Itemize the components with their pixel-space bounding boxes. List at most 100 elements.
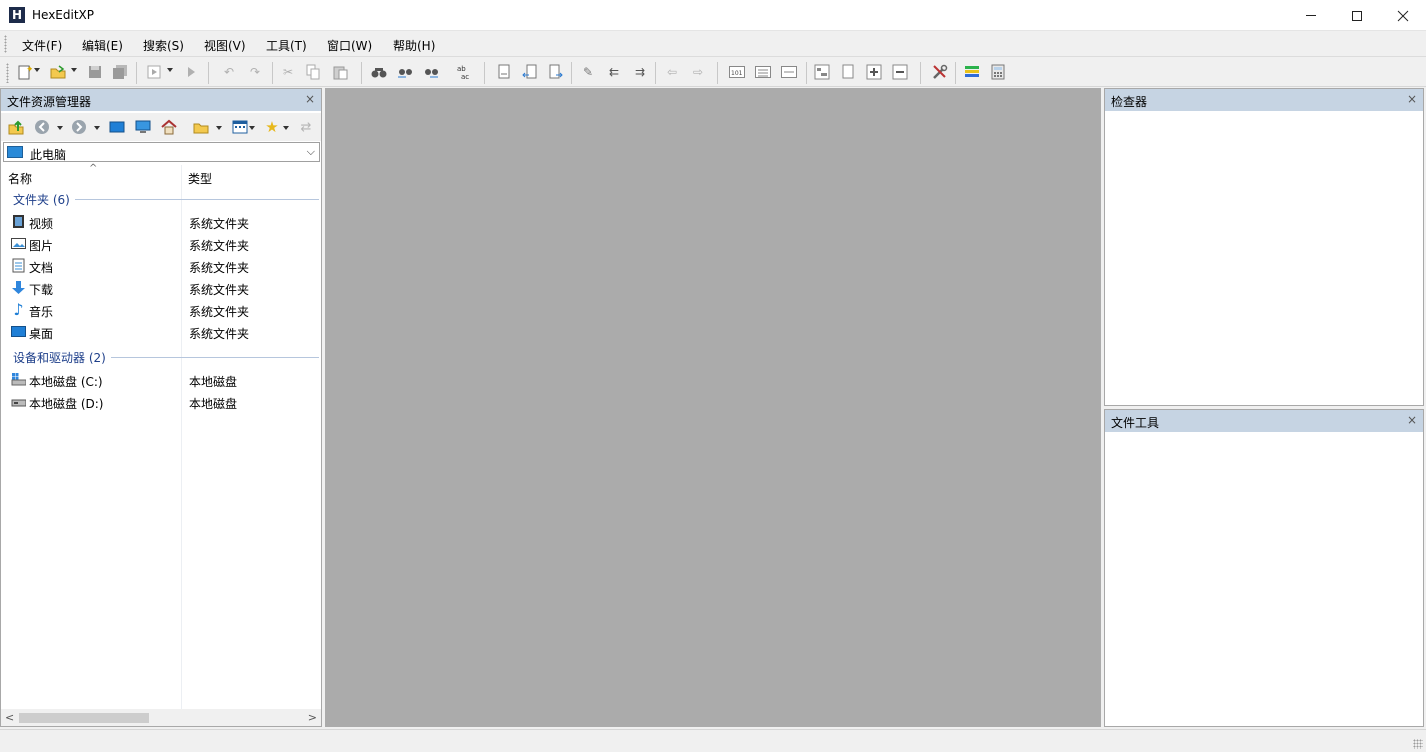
shift-right-icon[interactable]: ⇉ [631,63,649,81]
view-mode-icon[interactable] [231,118,249,136]
menu-tools[interactable]: 工具(T) [266,37,307,54]
zoom-out-icon[interactable] [891,63,909,81]
menu-window[interactable]: 窗口(W) [327,37,372,54]
window-title: HexEditXP [32,8,94,22]
strip-view-icon[interactable] [780,63,798,81]
back-dropdown[interactable] [57,126,63,130]
minimize-button[interactable] [1288,0,1334,31]
shift-left-icon[interactable]: ⇇ [605,63,623,81]
close-window-button[interactable] [1380,0,1426,31]
this-pc-icon[interactable] [134,118,152,136]
undo-icon[interactable]: ↶ [220,63,238,81]
insert-before-icon[interactable] [521,63,539,81]
open-file-dropdown[interactable] [71,68,77,72]
scroll-left-icon[interactable]: < [5,711,14,724]
binary-view-icon[interactable]: 101 [728,63,746,81]
maximize-icon [1352,10,1362,21]
save-icon[interactable] [86,63,104,81]
menu-file[interactable]: 文件(F) [22,37,62,54]
menu-search[interactable]: 搜索(S) [143,37,184,54]
paste-icon[interactable] [331,63,349,81]
status-bar [0,729,1426,752]
up-folder-icon[interactable] [7,118,25,136]
menubar-grip[interactable] [4,35,7,53]
close-icon[interactable]: × [1407,92,1417,106]
macro-dropdown[interactable] [167,68,173,72]
svg-text:ab: ab [457,65,466,73]
scroll-right-icon[interactable]: > [308,711,317,724]
insert-block-icon[interactable] [495,63,513,81]
column-header-type[interactable]: 类型 [188,170,212,187]
file-explorer-panel: 文件资源管理器 × ★ ⇄ 此电脑 ⌵ ^ 名称 类型 文件夹 (6) 视频 系… [0,88,322,727]
close-icon[interactable]: × [305,92,315,106]
list-item[interactable]: 下载 系统文件夹 [9,278,319,298]
list-item[interactable]: 本地磁盘 (D:) 本地磁盘 [9,392,319,412]
menu-view[interactable]: 视图(V) [204,37,246,54]
list-view-icon[interactable] [754,63,772,81]
structure-icon[interactable] [813,63,831,81]
favorites-dropdown[interactable] [283,126,289,130]
home-icon[interactable] [160,118,178,136]
list-item[interactable]: 图片 系统文件夹 [9,234,319,254]
forward-dropdown[interactable] [94,126,100,130]
play-icon[interactable] [182,63,200,81]
desktop-icon[interactable] [108,118,126,136]
list-item[interactable]: 桌面 系统文件夹 [9,322,319,342]
item-type: 系统文件夹 [189,305,250,319]
folder-dropdown[interactable] [216,126,222,130]
tools-icon[interactable] [931,63,949,81]
menu-edit[interactable]: 编辑(E) [82,37,123,54]
column-header-name[interactable]: 名称 [8,170,32,187]
resize-grip-icon[interactable] [1413,739,1423,749]
list-item[interactable]: 本地磁盘 (C:) 本地磁盘 [9,370,319,390]
item-type: 系统文件夹 [189,239,250,253]
editor-workspace[interactable] [325,88,1101,727]
list-item[interactable]: 视频 系统文件夹 [9,212,319,232]
back-icon[interactable] [33,118,51,136]
zoom-in-icon[interactable] [865,63,883,81]
toolbar-separator [717,62,718,84]
redo-icon[interactable]: ↷ [246,63,264,81]
copy-icon[interactable] [304,63,322,81]
favorites-star-icon[interactable]: ★ [263,118,281,136]
find-next-icon[interactable] [422,63,440,81]
forward-icon[interactable] [70,118,88,136]
open-file-icon[interactable] [49,63,67,81]
save-all-icon[interactable] [111,63,129,81]
file-explorer-header: 文件资源管理器 × [1,89,321,111]
sync-icon[interactable]: ⇄ [297,118,315,136]
color-bars-icon[interactable] [963,63,981,81]
list-item[interactable]: 文档 系统文件夹 [9,256,319,276]
cut-icon[interactable]: ✂ [279,63,297,81]
calculator-icon[interactable] [989,63,1007,81]
back-icon[interactable]: ⇦ [663,63,681,81]
run-macro-icon[interactable] [145,63,163,81]
chevron-down-icon[interactable]: ⌵ [307,145,315,159]
folder-icon[interactable] [192,118,210,136]
location-combobox[interactable]: 此电脑 ⌵ [3,142,320,162]
insert-after-icon[interactable] [547,63,565,81]
item-name: 本地磁盘 (C:) [29,375,103,389]
column-headers: ^ 名称 类型 [1,163,321,187]
replace-icon[interactable]: ab ac [455,63,473,81]
page-icon[interactable] [839,63,857,81]
group-header-devices[interactable]: 设备和驱动器 (2) [13,349,106,366]
find-prev-icon[interactable] [396,63,414,81]
scrollbar-thumb[interactable] [19,713,149,723]
edit-icon[interactable]: ✎ [579,63,597,81]
close-icon [1397,10,1409,21]
list-item[interactable]: ♪ 音乐 系统文件夹 [9,300,319,320]
view-mode-dropdown[interactable] [249,126,255,130]
new-file-icon[interactable]: ✦ [15,63,33,81]
close-icon[interactable]: × [1407,413,1417,427]
new-file-dropdown[interactable] [34,68,40,72]
toolbar-grip[interactable] [6,63,9,83]
maximize-button[interactable] [1334,0,1380,31]
horizontal-scrollbar[interactable]: < > [1,709,321,726]
music-folder-icon: ♪ [13,299,24,319]
menu-help[interactable]: 帮助(H) [393,37,435,54]
forward-icon[interactable]: ⇨ [689,63,707,81]
group-header-folders[interactable]: 文件夹 (6) [13,191,70,208]
computer-icon [7,146,23,158]
find-icon[interactable] [370,63,388,81]
